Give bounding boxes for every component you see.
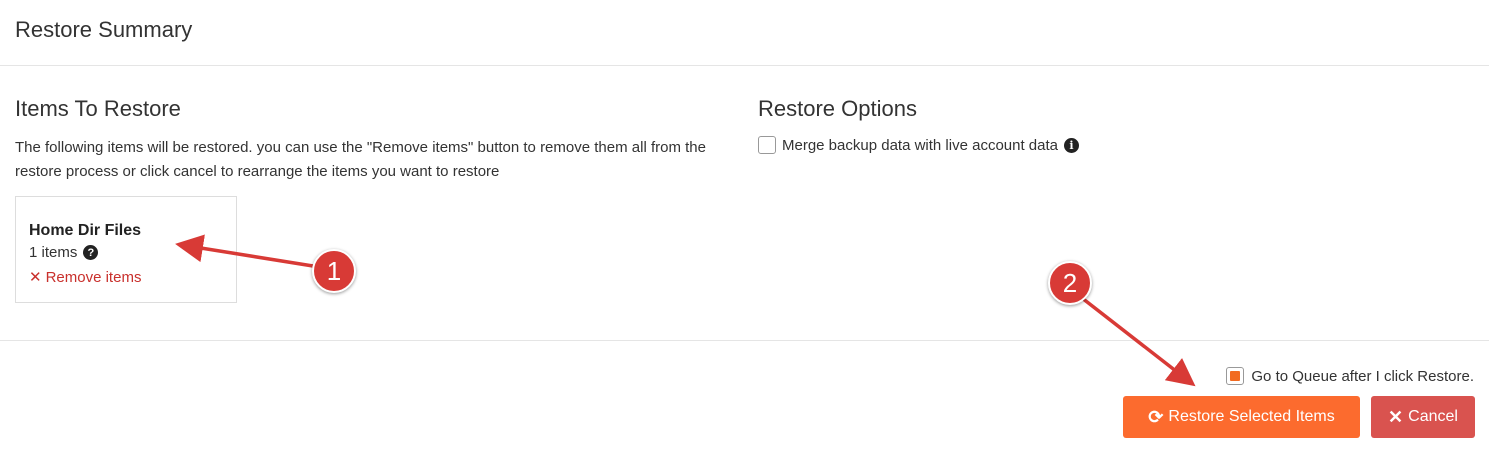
item-count: 1 items ? [29, 244, 99, 261]
cancel-button[interactable]: ✕ Cancel [1371, 396, 1475, 438]
panel-header: Restore Summary [0, 0, 1489, 66]
items-to-restore-heading: Items To Restore [15, 96, 181, 121]
remove-items-label: Remove items [45, 268, 142, 286]
question-circle-icon[interactable]: ? [83, 245, 99, 260]
times-icon: ✕ [29, 269, 42, 286]
footer-divider [0, 340, 1489, 341]
times-icon: ✕ [1388, 406, 1404, 427]
annotation-marker-1: 1 [312, 249, 356, 293]
page-title: Restore Summary [15, 17, 193, 42]
item-card-home-dir-files: Home Dir Files 1 items ? ✕ Remove items [15, 196, 237, 303]
annotation-marker-2: 2 [1048, 261, 1092, 305]
merge-checkbox[interactable] [758, 136, 776, 154]
restore-options-heading: Restore Options [758, 96, 917, 121]
items-description: The following items will be restored. yo… [15, 139, 706, 180]
item-count-label: 1 items [29, 244, 78, 261]
refresh-icon: ⟳ [1148, 406, 1164, 427]
go-to-queue-label: Go to Queue after I click Restore. [1251, 367, 1474, 385]
merge-label: Merge backup data with live account data [782, 136, 1058, 154]
info-circle-icon[interactable]: i [1064, 137, 1079, 153]
merge-option[interactable]: Merge backup data with live account data… [758, 136, 1079, 154]
go-to-queue-option[interactable]: Go to Queue after I click Restore. [1226, 367, 1474, 385]
go-to-queue-checkbox[interactable] [1226, 367, 1245, 385]
restore-selected-items-button[interactable]: ⟳ Restore Selected Items [1123, 396, 1360, 438]
item-card-title: Home Dir Files [29, 222, 142, 239]
remove-items-link[interactable]: ✕ Remove items [29, 268, 142, 287]
restore-button-label: Restore Selected Items [1168, 408, 1335, 425]
cancel-button-label: Cancel [1408, 408, 1458, 425]
